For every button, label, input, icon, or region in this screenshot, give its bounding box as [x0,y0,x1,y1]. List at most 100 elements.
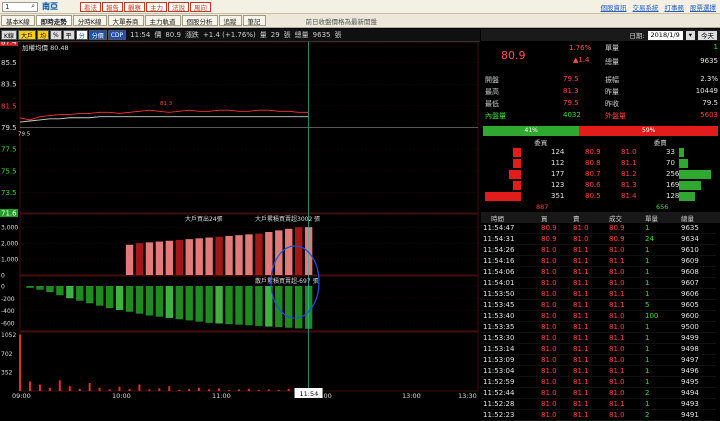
price-tick-label: 71.6 [1,210,17,218]
price-tick-label: 85.5 [1,59,17,67]
tick-p: 81.1 [609,334,625,342]
tick-row: 11:53:0481.081.181.119496 [481,366,716,377]
retail-bar [285,286,292,328]
retail-tick: -400 [1,308,15,315]
calendar-icon[interactable]: ▾ [686,31,695,40]
lot-value: 1 [714,43,718,51]
bid-bar [509,170,521,179]
function-button-3[interactable]: 主力 [146,2,167,12]
function-button-0[interactable]: 看法 [80,2,101,12]
tick-row: 11:54:3180.981.080.9249634 [481,234,716,245]
date-input[interactable]: 2018/1/9 [648,31,683,40]
toolbar-button-1[interactable]: 大戶 [18,30,36,40]
volume-bar [288,389,290,391]
tick-t: 11:54:01 [483,279,514,287]
tick-t: 11:53:14 [483,345,514,353]
big-holder-bar [195,238,202,275]
tick-t: 11:54:16 [483,257,514,265]
tick-q: 1 [645,334,649,342]
price-series-1 [20,117,309,122]
change-label: 漲跌 [185,30,199,40]
tick-b: 81.0 [541,257,557,265]
big-holder-tick: 0 [1,273,5,280]
tick-p: 81.0 [609,345,625,353]
price-tick-label: 73.5 [1,189,17,197]
stat-value2-0: 2.3% [700,75,718,83]
volume-bar [208,389,210,391]
toolbar-button-0[interactable]: K線 [1,30,17,40]
retail-bar [176,286,183,319]
big-holder-bar [166,241,173,275]
symbol-selector[interactable]: 1 ⌕ [2,2,38,12]
function-button-4[interactable]: 法說 [168,2,189,12]
function-button-5[interactable]: 風向 [190,2,211,12]
stat-value-2: 79.5 [563,99,579,107]
top-link-3[interactable]: 股票選擇 [690,2,716,12]
price-tick-label: 77.5 [1,146,17,154]
toolbar-button-2[interactable]: 均 [37,30,49,40]
big-holder-bar [265,232,272,275]
volume-bar [188,389,190,391]
retail-bar [56,286,63,295]
top-link-2[interactable]: 打事務 [665,2,685,12]
stat-value-1: 81.3 [563,87,579,95]
tab-4[interactable]: 主力軌道 [145,15,181,26]
tick-p: 80.9 [609,224,625,232]
retail-bar [225,286,232,324]
top-link-1[interactable]: 交易系統 [633,2,659,12]
stat-value2-2: 79.5 [702,99,718,107]
volume-bar [278,390,280,391]
tab-2[interactable]: 分時K線 [73,15,107,26]
order-book: 12480.981.03311280.881.17017780.781.2256… [481,147,720,203]
price-tick-label: 79.5 [1,124,17,132]
retail-tick: -600 [1,320,15,327]
tabs: 基本K線即時走勢分時K線大單券商主力軌道個股分析追蹤筆記 [0,15,266,26]
toolbar-button-4[interactable]: 平 [63,30,75,40]
magnifier-icon[interactable]: ⌕ [31,2,35,11]
function-button-1[interactable]: 報告 [102,2,123,12]
retail-bar [126,286,133,312]
retail-bar [255,286,262,326]
tick-v: 9495 [681,378,699,386]
tick-t: 11:54:26 [483,246,514,254]
high-marker: 81.3 [160,101,173,107]
volume-bar [258,390,260,391]
toolbar-button-5[interactable]: 分 [76,30,88,40]
tick-q: 1 [645,279,649,287]
tab-6[interactable]: 追蹤 [219,15,242,26]
top-link-0[interactable]: 個股資訊 [601,2,627,12]
tab-5[interactable]: 個股分析 [182,15,218,26]
toolbar-button-3[interactable]: % [50,30,62,40]
today-button[interactable]: 今天 [698,31,717,40]
stat-label-3: 內盤量 [485,111,506,121]
current-time: 11:54 [130,31,150,39]
tab-3[interactable]: 大單券商 [108,15,144,26]
tab-0[interactable]: 基本K線 [1,15,35,26]
volume-bar [39,385,41,391]
tick-b: 81.0 [541,268,557,276]
tab-1[interactable]: 即時走勢 [36,15,72,26]
tab-7[interactable]: 筆記 [243,15,266,26]
depth-row: 12380.681.3169 [481,180,716,191]
stat-value-3: 4032 [563,111,581,119]
volume-bar [158,388,160,391]
tick-t: 11:52:44 [483,389,514,397]
ask-bar [679,170,711,179]
retail-bar [116,286,123,310]
toolbar-button-7[interactable]: CDP [108,30,126,40]
toolbar-button-6[interactable]: 分價 [89,30,107,40]
tick-row: 11:54:2681.081.181.019610 [481,245,716,256]
volume-bar [148,389,150,391]
date-label: 日期: [629,30,644,40]
volume-bar [218,388,220,391]
function-button-2[interactable]: 觀察 [124,2,145,12]
tick-p: 81.0 [609,279,625,287]
volume-bar [238,389,240,391]
big-holder-bar [215,237,222,275]
big-holder-bar [146,242,153,275]
volume-tick: 352 [1,370,13,377]
tick-v: 9600 [681,312,699,320]
bid-qty: 351 [551,192,564,200]
intraday-chart[interactable]: 87.485.583.581.579.577.575.573.571.6加權均價… [0,42,480,401]
volume-bar [79,389,81,391]
